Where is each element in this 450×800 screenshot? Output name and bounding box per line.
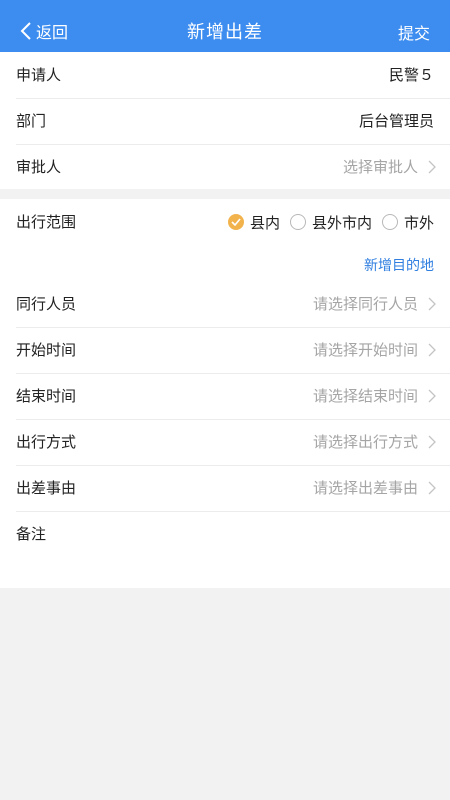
chevron-right-icon <box>428 160 436 174</box>
chevron-right-icon <box>428 435 436 449</box>
department-label: 部门 <box>16 112 47 130</box>
radio-checked-icon <box>227 214 244 230</box>
approver-placeholder: 选择审批人 <box>342 158 418 176</box>
add-destination-link[interactable]: 新增目的地 <box>364 255 434 275</box>
companions-row[interactable]: 同行人员 请选择同行人员 <box>16 281 450 328</box>
scope-option-label: 县内 <box>249 213 280 232</box>
reason-row[interactable]: 出差事由 请选择出差事由 <box>16 465 450 512</box>
travel-mode-label: 出行方式 <box>16 433 77 451</box>
companions-placeholder: 请选择同行人员 <box>312 295 418 313</box>
radio-unchecked-icon <box>381 214 398 230</box>
chevron-right-icon <box>428 343 436 357</box>
info-section: 申请人 民警５ 部门 后台管理员 审批人 选择审批人 <box>0 52 450 189</box>
applicant-value: 民警５ <box>388 66 434 84</box>
scope-option-label: 县外市内 <box>311 213 372 232</box>
travel-mode-placeholder: 请选择出行方式 <box>312 433 418 451</box>
applicant-label: 申请人 <box>16 66 62 84</box>
start-time-placeholder: 请选择开始时间 <box>312 341 418 359</box>
scope-option-county[interactable]: 县内 <box>227 212 280 233</box>
approver-row[interactable]: 审批人 选择审批人 <box>16 144 450 190</box>
companions-label: 同行人员 <box>16 295 77 313</box>
radio-unchecked-icon <box>289 214 306 230</box>
end-time-placeholder: 请选择结束时间 <box>312 387 418 405</box>
chevron-right-icon <box>428 389 436 403</box>
scope-row: 出行范围 县内 县外市内 市外 <box>16 199 450 245</box>
form-section: 出行范围 县内 县外市内 市外 新增目的地 同行人员 请选择同行人员 开始时间 … <box>0 199 450 588</box>
reason-placeholder: 请选择出差事由 <box>312 479 418 497</box>
department-row: 部门 后台管理员 <box>16 98 450 145</box>
start-time-label: 开始时间 <box>16 341 77 359</box>
end-time-label: 结束时间 <box>16 387 77 405</box>
remark-row[interactable]: 备注 <box>16 511 450 575</box>
remark-label: 备注 <box>16 525 47 543</box>
reason-label: 出差事由 <box>16 479 77 497</box>
department-value: 后台管理员 <box>358 112 434 130</box>
scope-option-city[interactable]: 县外市内 <box>289 212 372 233</box>
submit-button[interactable]: 提交 <box>398 20 430 44</box>
approver-label: 审批人 <box>16 158 62 176</box>
scope-option-outside[interactable]: 市外 <box>381 212 434 233</box>
page-title: 新增出差 <box>187 22 263 43</box>
chevron-right-icon <box>428 297 436 311</box>
end-time-row[interactable]: 结束时间 请选择结束时间 <box>16 373 450 420</box>
chevron-right-icon <box>428 481 436 495</box>
scope-radio-group: 县内 县外市内 市外 <box>218 199 434 245</box>
applicant-row: 申请人 民警５ <box>16 52 450 99</box>
scope-option-label: 市外 <box>403 213 434 232</box>
start-time-row[interactable]: 开始时间 请选择开始时间 <box>16 327 450 374</box>
scope-label: 出行范围 <box>16 213 77 231</box>
travel-mode-row[interactable]: 出行方式 请选择出行方式 <box>16 419 450 466</box>
